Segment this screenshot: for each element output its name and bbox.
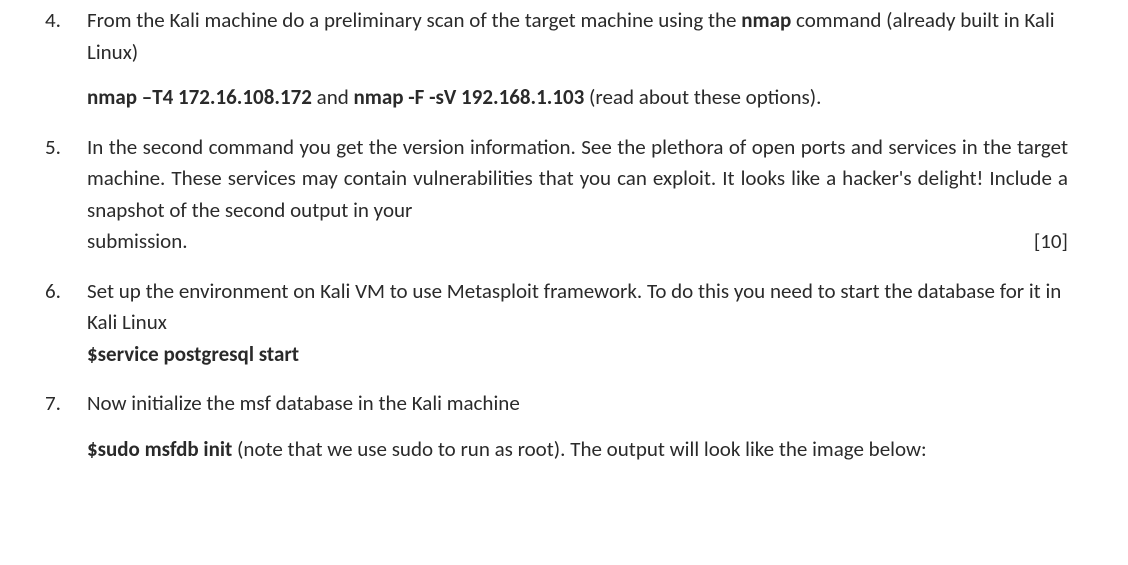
text: From the Kali machine do a preliminary s…	[87, 7, 741, 33]
text: (note that we use sudo to run as root). …	[232, 436, 926, 462]
list-item: 6. Set up the environment on Kali VM to …	[45, 276, 1068, 371]
paragraph: From the Kali machine do a preliminary s…	[87, 5, 1068, 68]
item-number: 6.	[45, 276, 61, 308]
list-item: 5. In the second command you get the ver…	[45, 132, 1068, 258]
points-marker: [10]	[1034, 226, 1068, 258]
paragraph: $service postgresql start	[87, 339, 1068, 371]
item-number: 5.	[45, 132, 61, 164]
item-number: 7.	[45, 388, 61, 420]
paragraph: In the second command you get the versio…	[87, 132, 1068, 258]
paragraph: Now initialize the msf database in the K…	[87, 388, 1068, 420]
command-text: $sudo msfdb init	[87, 436, 232, 462]
command-name: nmap	[741, 7, 791, 33]
text: (read about these options).	[584, 84, 821, 110]
command-text: $service postgresql start	[87, 341, 299, 367]
list-item: 7. Now initialize the msf database in th…	[45, 388, 1068, 465]
item-number: 4.	[45, 5, 61, 37]
paragraph: nmap –T4 172.16.108.172 and nmap -F -sV …	[87, 82, 1068, 114]
text: and	[312, 84, 354, 110]
command-text: nmap –T4 172.16.108.172	[87, 84, 312, 110]
text: submission.	[87, 226, 188, 258]
list-item: 4. From the Kali machine do a preliminar…	[45, 5, 1068, 114]
text: Now initialize the msf database in the K…	[87, 390, 520, 416]
text: In the second command you get the versio…	[87, 134, 1068, 223]
text: Set up the environment on Kali VM to use…	[87, 278, 1061, 336]
command-text: nmap -F -sV 192.168.1.103	[354, 84, 585, 110]
numbered-list: 4. From the Kali machine do a preliminar…	[45, 5, 1068, 465]
paragraph: Set up the environment on Kali VM to use…	[87, 276, 1068, 339]
paragraph: $sudo msfdb init (note that we use sudo …	[87, 434, 1068, 466]
